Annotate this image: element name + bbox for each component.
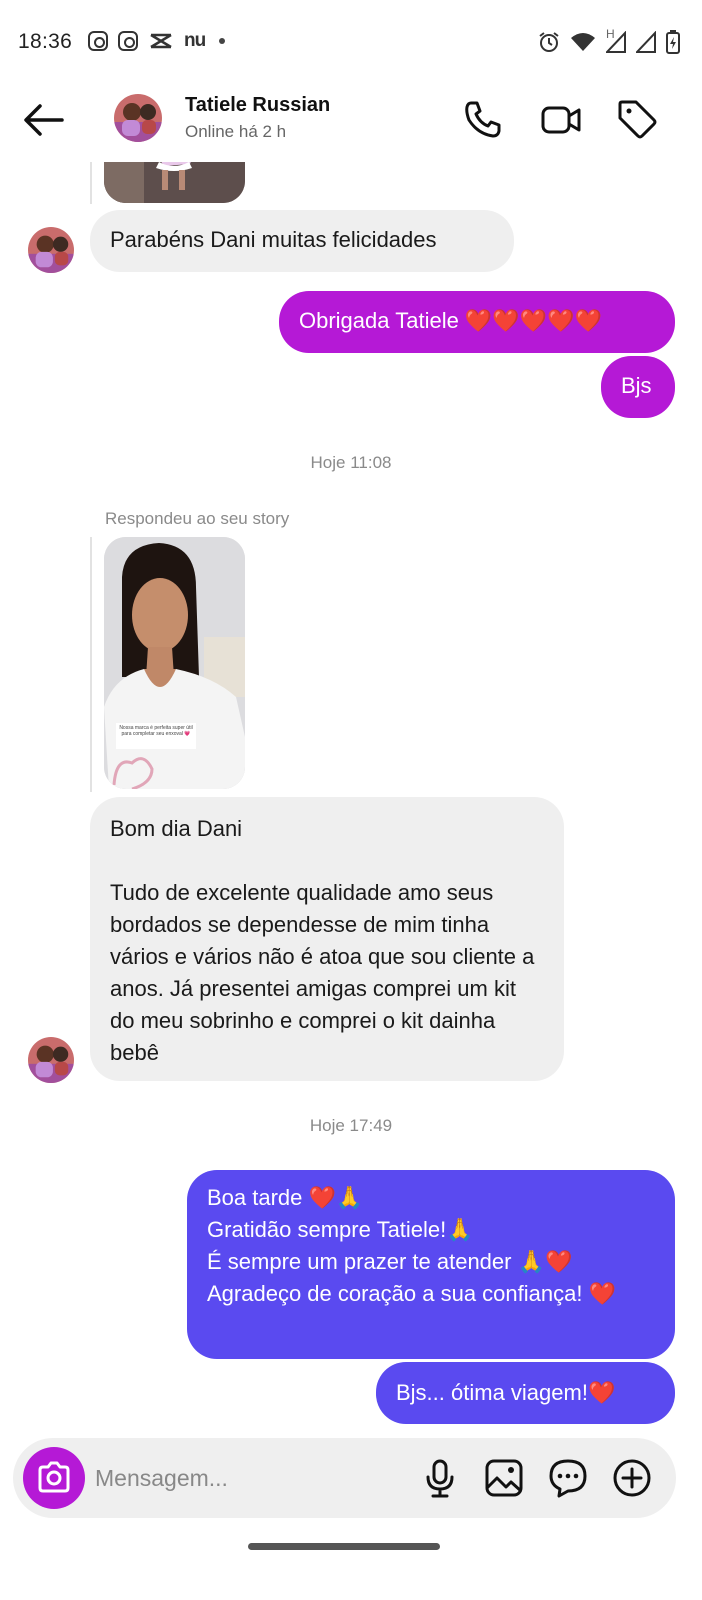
- message-incoming[interactable]: Parabéns Dani muitas felicidades: [90, 210, 514, 272]
- tag-icon[interactable]: [616, 98, 658, 140]
- battery-icon: [666, 30, 680, 54]
- message-incoming[interactable]: Bom dia Dani Tudo de excelente qualidade…: [90, 797, 564, 1081]
- chat-header: Tatiele Russian Online há 2 h: [0, 86, 702, 162]
- message-outgoing[interactable]: Boa tarde ❤️🙏 Gratidão sempre Tatiele!🙏 …: [187, 1170, 675, 1359]
- message-outgoing[interactable]: Bjs: [601, 356, 675, 418]
- story-reply-thumbnail[interactable]: Nossa marca é perfeita super útil para c…: [104, 537, 245, 789]
- instagram-icon: [118, 31, 138, 51]
- video-icon[interactable]: [540, 98, 582, 140]
- timestamp: Hoje 11:08: [310, 453, 392, 472]
- wifi-icon: [571, 33, 595, 51]
- phone-icon[interactable]: [462, 98, 504, 140]
- story-caption: Nossa marca é perfeita super útil para c…: [119, 725, 193, 737]
- alarm-icon: [539, 32, 559, 52]
- dot-icon: [219, 38, 226, 44]
- story-reply-label: Respondeu ao seu story: [105, 509, 290, 528]
- timestamp: Hoje 17:49: [309, 1116, 393, 1135]
- camera-icon: [38, 1461, 70, 1493]
- reply-indicator-bar: [90, 537, 92, 792]
- status-bar: 18:36 nu H: [0, 0, 702, 86]
- contact-status: Online há 2 h: [185, 122, 287, 141]
- sender-avatar[interactable]: [28, 1037, 74, 1083]
- add-icon[interactable]: [612, 1458, 652, 1498]
- signal-icon: [636, 31, 656, 53]
- capcut-icon: [150, 33, 172, 49]
- home-indicator[interactable]: [248, 1543, 440, 1550]
- message-outgoing[interactable]: Bjs... ótima viagem!❤️: [376, 1362, 675, 1424]
- signal-h-icon: H: [606, 27, 626, 53]
- message-composer: [13, 1438, 676, 1518]
- reply-indicator-bar: [90, 162, 92, 204]
- contact-avatar[interactable]: [114, 94, 162, 142]
- microphone-icon[interactable]: [420, 1458, 460, 1498]
- gallery-icon[interactable]: [484, 1458, 524, 1498]
- sender-avatar[interactable]: [28, 227, 74, 273]
- sticker-icon[interactable]: [548, 1458, 588, 1498]
- contact-name[interactable]: Tatiele Russian: [185, 94, 330, 117]
- instagram-icon: [88, 31, 108, 51]
- message-input[interactable]: [95, 1460, 405, 1496]
- message-outgoing[interactable]: Obrigada Tatiele ❤️❤️❤️❤️❤️: [279, 291, 675, 353]
- back-arrow-icon[interactable]: [22, 100, 66, 140]
- story-thumbnail-previous[interactable]: [104, 162, 245, 203]
- camera-button[interactable]: [23, 1447, 85, 1509]
- nubank-icon: nu: [184, 30, 206, 51]
- status-time: 18:36: [18, 30, 73, 53]
- message-list[interactable]: Parabéns Dani muitas felicidades Obrigad…: [0, 162, 702, 1434]
